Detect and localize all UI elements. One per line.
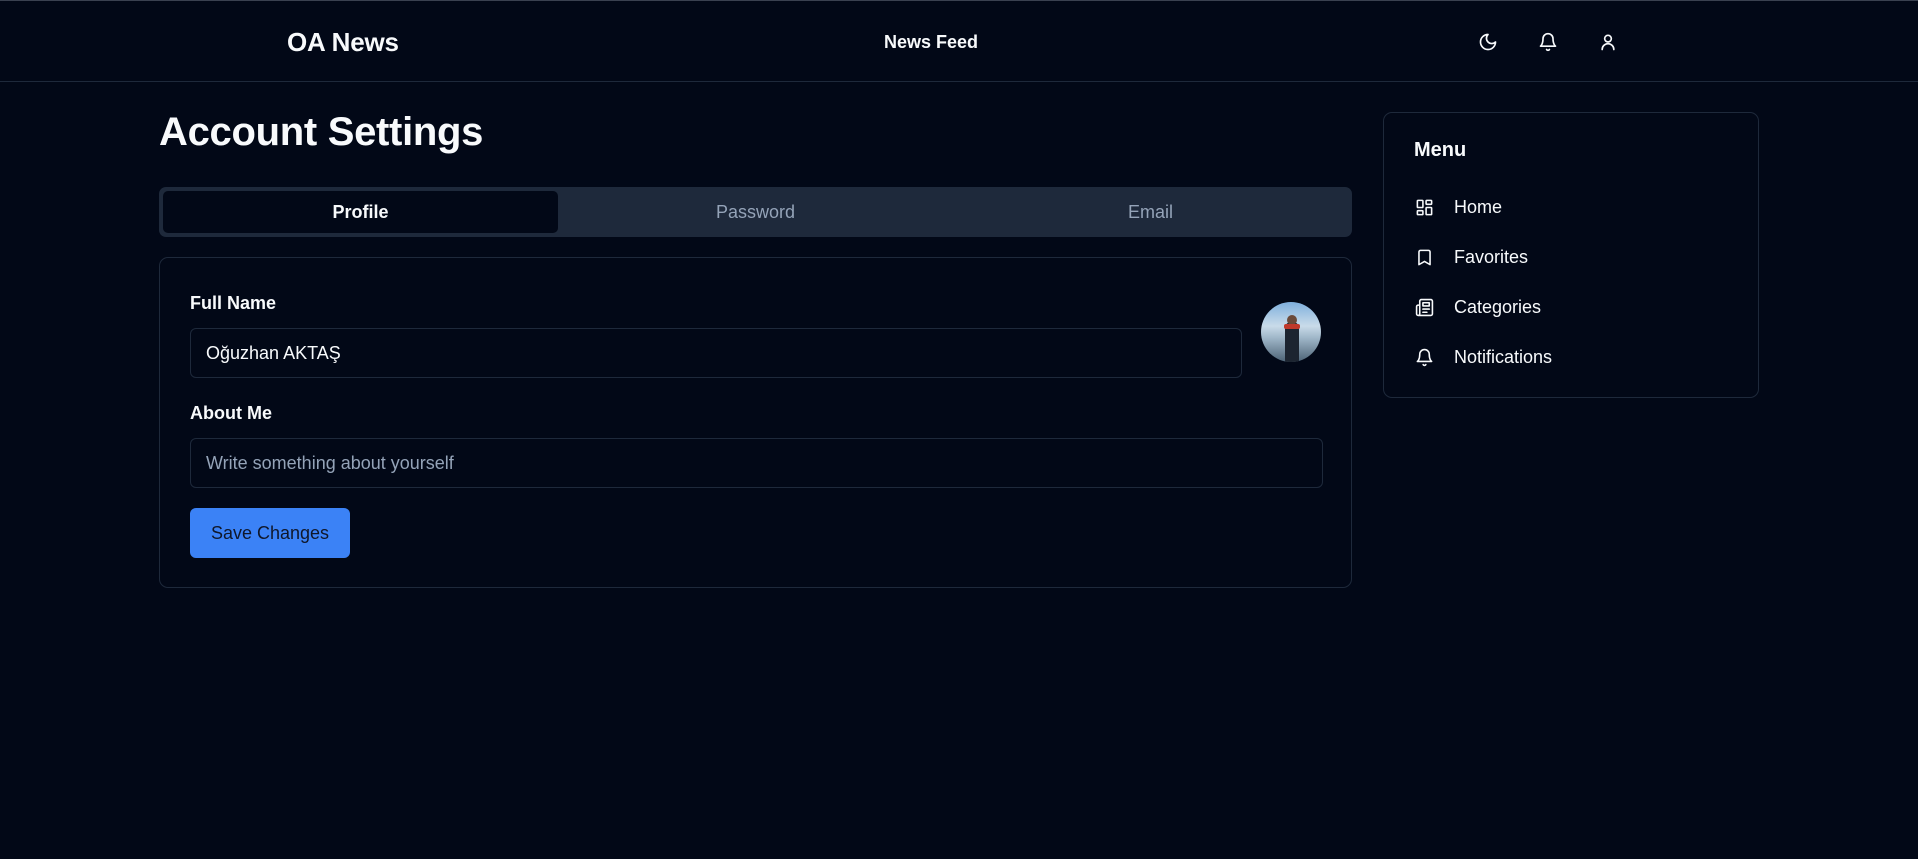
about-me-label: About Me bbox=[190, 403, 272, 423]
menu-item-label: Home bbox=[1454, 196, 1503, 217]
theme-toggle-button[interactable] bbox=[1476, 30, 1500, 54]
newspaper-icon bbox=[1414, 297, 1434, 317]
menu-item-home[interactable]: Home bbox=[1414, 194, 1734, 220]
avatar[interactable] bbox=[1261, 302, 1321, 362]
profile-form-card: Full Name About Me Save Changes bbox=[159, 257, 1352, 588]
bookmark-icon bbox=[1414, 247, 1434, 267]
brand-logo-text[interactable]: OA News bbox=[287, 27, 399, 58]
settings-tabs: Profile Password Email bbox=[159, 187, 1352, 237]
tab-password[interactable]: Password bbox=[558, 191, 953, 233]
menu-item-label: Favorites bbox=[1454, 246, 1529, 267]
user-account-button[interactable] bbox=[1596, 30, 1620, 54]
menu-item-label: Categories bbox=[1454, 296, 1542, 317]
full-name-input[interactable] bbox=[190, 328, 1242, 378]
save-changes-button[interactable]: Save Changes bbox=[190, 508, 350, 558]
notifications-button[interactable] bbox=[1536, 30, 1560, 54]
menu-title: Menu bbox=[1414, 139, 1467, 161]
bell-icon bbox=[1414, 347, 1434, 367]
menu-item-categories[interactable]: Categories bbox=[1414, 294, 1734, 320]
tab-email[interactable]: Email bbox=[953, 191, 1348, 233]
side-menu: Menu Home Favorites Categories Notificat… bbox=[1383, 112, 1759, 398]
dashboard-icon bbox=[1414, 197, 1434, 217]
about-me-input[interactable] bbox=[190, 438, 1323, 488]
news-feed-link[interactable]: News Feed bbox=[884, 32, 978, 53]
menu-item-label: Notifications bbox=[1454, 346, 1553, 367]
bell-icon bbox=[1539, 32, 1557, 52]
menu-item-notifications[interactable]: Notifications bbox=[1414, 344, 1734, 370]
full-name-label: Full Name bbox=[190, 293, 277, 313]
tab-profile[interactable]: Profile bbox=[163, 191, 558, 233]
top-navbar: OA News News Feed bbox=[0, 0, 1918, 82]
menu-item-favorites[interactable]: Favorites bbox=[1414, 244, 1734, 270]
moon-icon bbox=[1479, 33, 1497, 51]
user-icon bbox=[1601, 34, 1615, 51]
page-title: Account Settings bbox=[159, 110, 484, 154]
